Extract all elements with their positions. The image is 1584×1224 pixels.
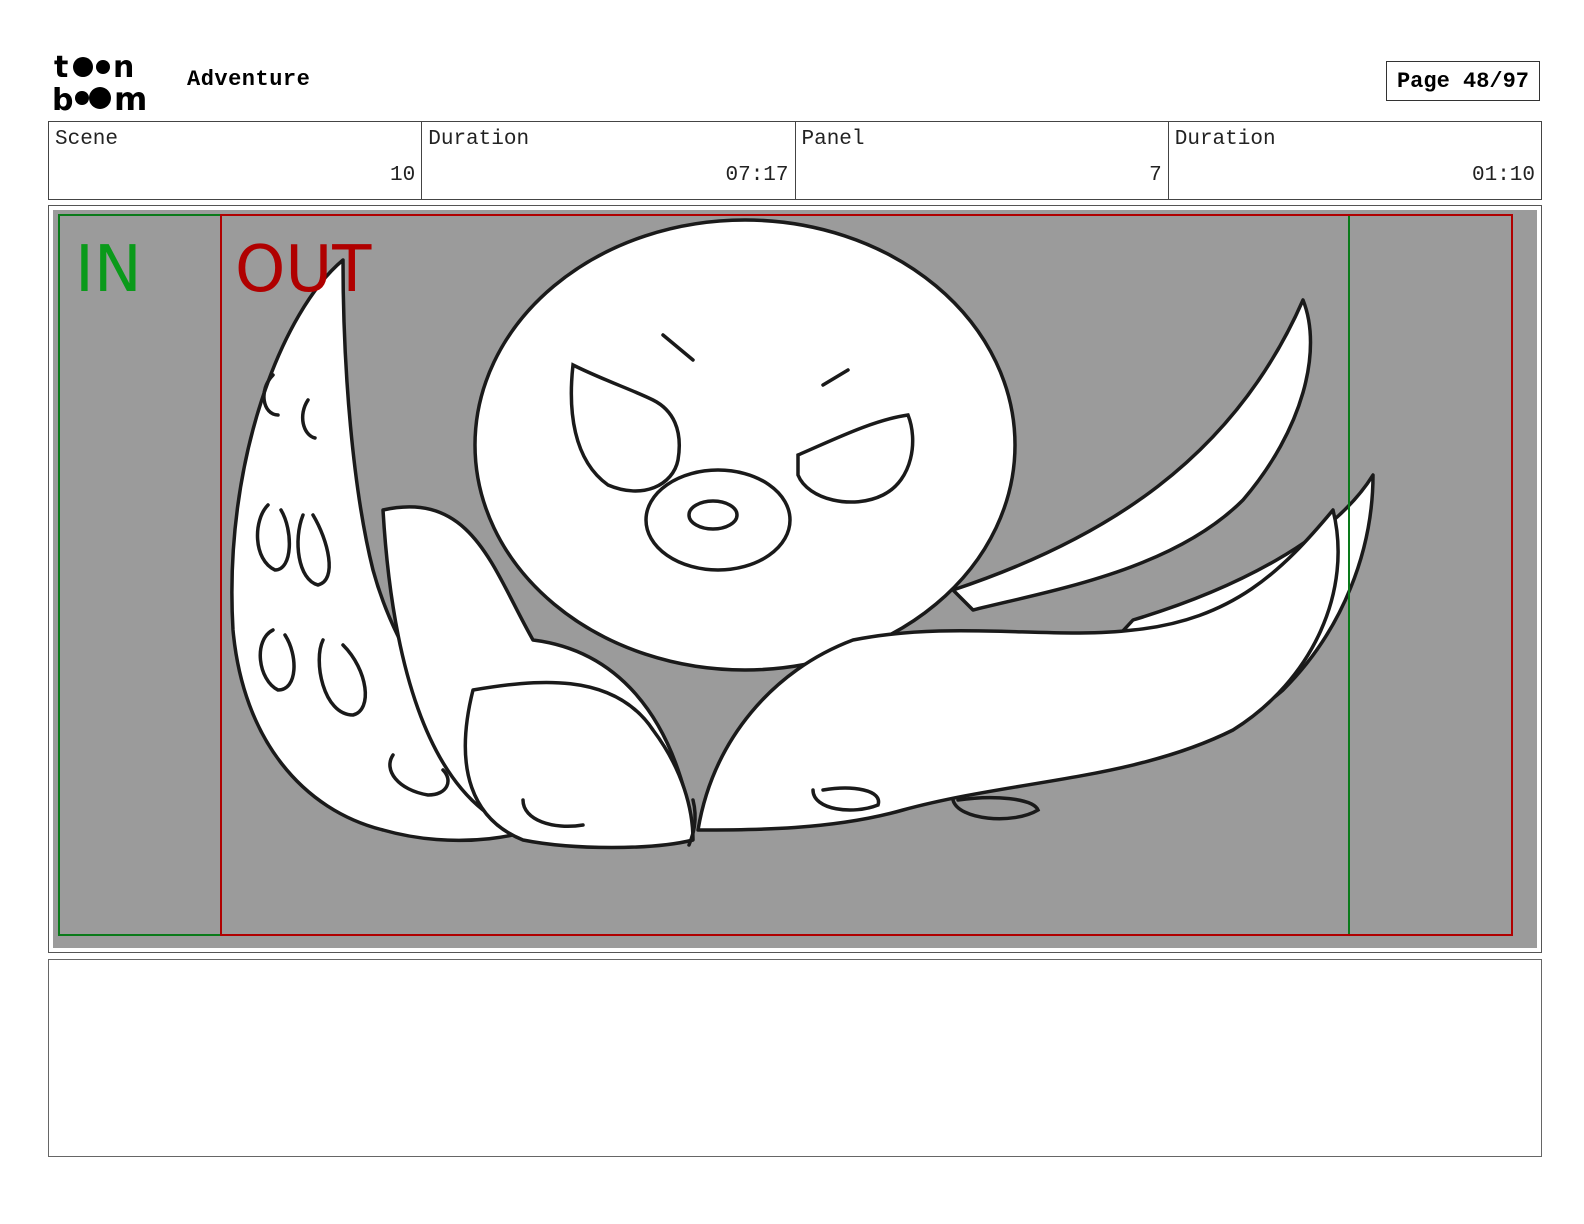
scene-label: Scene bbox=[55, 128, 119, 151]
scene-cell: Scene 10 bbox=[49, 122, 423, 199]
panel-cell: Panel 7 bbox=[796, 122, 1169, 199]
scene-duration-label: Duration bbox=[428, 128, 530, 151]
panel-duration-cell: Duration 01:10 bbox=[1169, 122, 1541, 199]
scene-value: 10 bbox=[390, 164, 416, 187]
panel-value: 7 bbox=[1149, 164, 1162, 187]
camera-guides bbox=[58, 214, 1513, 936]
svg-text:m: m bbox=[114, 80, 147, 114]
panel-image: IN OUT bbox=[53, 210, 1537, 948]
scene-duration-cell: Duration 07:17 bbox=[422, 122, 796, 199]
toon-boom-logo: t n b m bbox=[52, 50, 147, 114]
panel-label: Panel bbox=[801, 128, 865, 151]
panel-duration-label: Duration bbox=[1174, 128, 1276, 151]
page-counter: Page 48/97 bbox=[1386, 61, 1540, 101]
panel-duration-value: 01:10 bbox=[1471, 164, 1535, 187]
info-table: Scene 10 Duration 07:17 Panel 7 Duration… bbox=[48, 121, 1542, 200]
scene-duration-value: 07:17 bbox=[725, 164, 789, 187]
notes-box[interactable] bbox=[48, 959, 1542, 1157]
svg-text:b: b bbox=[52, 83, 73, 114]
project-title: Adventure bbox=[187, 67, 311, 92]
svg-text:t: t bbox=[54, 50, 68, 85]
out-marker: OUT bbox=[235, 233, 372, 307]
panel-frame: IN OUT bbox=[48, 205, 1542, 953]
in-marker: IN bbox=[75, 233, 142, 307]
